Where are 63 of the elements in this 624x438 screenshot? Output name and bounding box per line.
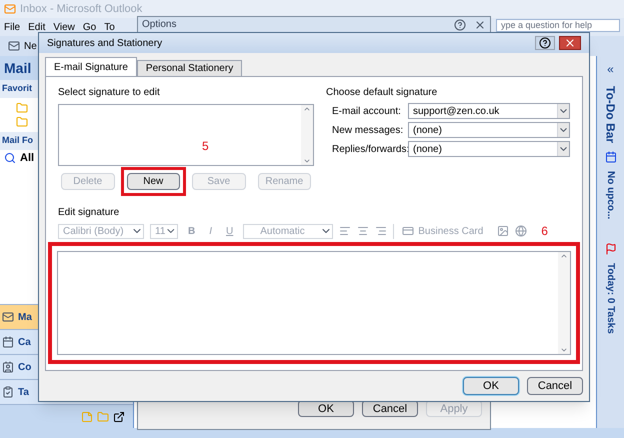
field-label: E-mail account: <box>332 104 402 118</box>
todo-bar-title: To-Do Bar <box>602 86 618 144</box>
note-icon[interactable] <box>81 410 93 422</box>
tab[interactable]: E-mail Signature <box>45 57 137 76</box>
search-folder-icon <box>4 152 16 164</box>
globe-icon[interactable] <box>515 225 528 237</box>
calendar-icon <box>2 336 14 348</box>
tasks-icon <box>2 386 14 398</box>
menu-item[interactable]: File <box>0 20 24 34</box>
annotation-number: 5 <box>202 138 209 155</box>
folder-icon[interactable] <box>97 410 109 422</box>
folder-icon[interactable] <box>16 102 28 114</box>
close-icon[interactable] <box>474 18 486 30</box>
signature-editor[interactable] <box>57 251 571 355</box>
dialog-button[interactable]: OK <box>463 377 519 395</box>
menu-item[interactable]: Edit <box>24 20 50 34</box>
dropdown-field[interactable]: support@zen.co.uk <box>408 103 570 119</box>
contacts-icon <box>2 361 14 373</box>
flag-icon <box>604 243 616 256</box>
envelope-icon[interactable] <box>8 40 20 52</box>
toolbar-button[interactable]: Ne <box>24 38 37 54</box>
menu-item[interactable]: View <box>49 20 79 34</box>
card-icon <box>402 225 414 237</box>
section-label: Choose default signature <box>326 86 438 100</box>
close-icon <box>564 37 576 49</box>
align-center-icon[interactable] <box>357 225 370 237</box>
mail-icon <box>2 311 14 323</box>
picture-icon[interactable] <box>497 225 510 237</box>
scrollbar[interactable] <box>558 252 570 354</box>
scroll-down-icon <box>560 346 568 354</box>
align-left-icon[interactable] <box>339 225 352 237</box>
scrollbar[interactable] <box>301 105 313 165</box>
field-label: New messages: <box>332 124 404 138</box>
menu-item[interactable]: To <box>100 20 119 34</box>
folder-name[interactable]: All <box>20 150 34 166</box>
close-button[interactable] <box>559 36 581 50</box>
expand-button[interactable]: « <box>607 60 614 78</box>
help-icon <box>539 37 551 49</box>
dialog-title: Signatures and Stationery <box>47 36 164 50</box>
menu-item[interactable]: Go <box>78 20 100 34</box>
shortcut-icon[interactable] <box>113 410 125 422</box>
calendar-icon <box>604 151 616 164</box>
signature-list[interactable] <box>58 104 314 166</box>
section-label: Edit signature <box>58 206 120 220</box>
help-icon[interactable] <box>454 18 466 30</box>
dialog-title: Options <box>142 20 178 30</box>
signature-button[interactable]: New <box>126 173 180 190</box>
help-button[interactable] <box>535 36 555 50</box>
dropdown-field[interactable]: (none) <box>408 122 570 138</box>
align-right-icon[interactable] <box>375 225 388 237</box>
annotation-number: 6 <box>541 223 548 240</box>
tab[interactable]: Personal Stationery <box>136 60 242 76</box>
app-icon <box>4 3 16 15</box>
tasks-label: Today: 0 Tasks <box>604 263 617 334</box>
help-field[interactable]: ype a question for help <box>496 19 620 32</box>
appointments-label: No upco... <box>604 171 617 220</box>
scroll-up-icon <box>560 252 568 260</box>
dialog-button[interactable]: Cancel <box>527 377 583 395</box>
scroll-up-icon <box>303 105 311 113</box>
dropdown-field[interactable]: (none) <box>408 141 570 157</box>
window-title: Inbox - Microsoft Outlook <box>20 2 142 17</box>
folder-icon[interactable] <box>16 116 28 128</box>
scroll-down-icon <box>303 157 311 165</box>
